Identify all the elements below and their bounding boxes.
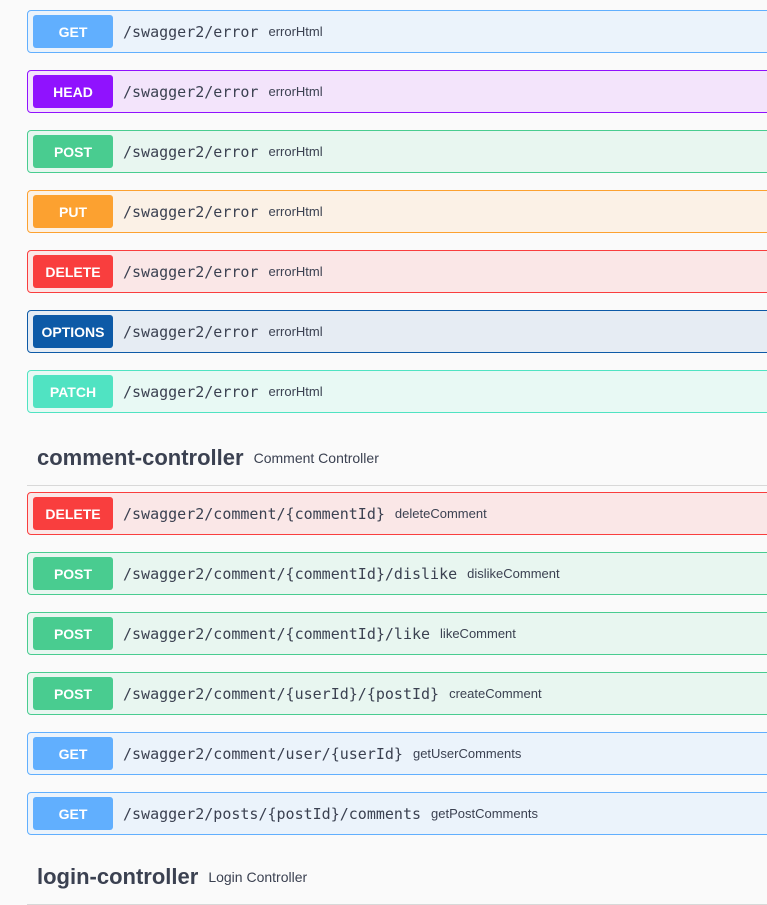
operation-put[interactable]: PUT/swagger2/error errorHtml bbox=[27, 190, 767, 233]
method-badge: POST bbox=[33, 135, 113, 168]
method-badge: OPTIONS bbox=[33, 315, 113, 348]
method-badge: POST bbox=[33, 557, 113, 590]
operation-delete[interactable]: DELETE/swagger2/comment/{commentId} delet… bbox=[27, 492, 767, 535]
operation-summary: dislikeComment bbox=[467, 566, 560, 581]
operation-path: /swagger2/error bbox=[123, 22, 259, 41]
tag-description: Login Controller bbox=[208, 869, 308, 885]
operation-summary: likeComment bbox=[440, 626, 516, 641]
operation-post[interactable]: POST/swagger2/error errorHtml bbox=[27, 130, 767, 173]
operation-get[interactable]: GET/swagger2/comment/user/{userId} getUse… bbox=[27, 732, 767, 775]
operation-head[interactable]: HEAD/swagger2/error errorHtml bbox=[27, 70, 767, 113]
method-badge: GET bbox=[33, 15, 113, 48]
operation-get[interactable]: GET/swagger2/error errorHtml bbox=[27, 10, 767, 53]
operation-summary: errorHtml bbox=[268, 84, 323, 99]
operation-path: /swagger2/error bbox=[123, 322, 259, 341]
operation-summary: getPostComments bbox=[431, 806, 538, 821]
operation-post[interactable]: POST/swagger2/comment/{userId}/{postId} c… bbox=[27, 672, 767, 715]
tag-description: Comment Controller bbox=[253, 450, 379, 466]
operation-path: /swagger2/comment/{commentId} bbox=[123, 504, 385, 523]
method-badge: HEAD bbox=[33, 75, 113, 108]
operation-post[interactable]: POST/swagger2/comment/{commentId}/dislik… bbox=[27, 552, 767, 595]
operation-summary: errorHtml bbox=[268, 24, 323, 39]
operation-path: /swagger2/error bbox=[123, 142, 259, 161]
tag-comment-controller[interactable]: comment-controller Comment Controller bbox=[27, 431, 767, 486]
operation-path: /swagger2/comment/{commentId}/dislike bbox=[123, 564, 458, 583]
method-badge: PATCH bbox=[33, 375, 113, 408]
operation-summary: errorHtml bbox=[268, 144, 323, 159]
operation-path: /swagger2/error bbox=[123, 202, 259, 221]
operation-patch[interactable]: PATCH/swagger2/error errorHtml bbox=[27, 370, 767, 413]
method-badge: DELETE bbox=[33, 497, 113, 530]
operation-post[interactable]: POST/swagger2/comment/{commentId}/like li… bbox=[27, 612, 767, 655]
method-badge: POST bbox=[33, 617, 113, 650]
operation-path: /swagger2/comment/{commentId}/like bbox=[123, 624, 431, 643]
operation-summary: deleteComment bbox=[394, 506, 487, 521]
operation-path: /swagger2/error bbox=[123, 262, 259, 281]
operation-path: /swagger2/comment/{userId}/{postId} bbox=[123, 684, 440, 703]
method-badge: DELETE bbox=[33, 255, 113, 288]
method-badge: PUT bbox=[33, 195, 113, 228]
method-badge: POST bbox=[33, 677, 113, 710]
operation-summary: errorHtml bbox=[268, 324, 323, 339]
tag-login-controller[interactable]: login-controller Login Controller bbox=[27, 850, 767, 905]
operation-summary: errorHtml bbox=[268, 264, 323, 279]
method-badge: GET bbox=[33, 737, 113, 770]
operation-options[interactable]: OPTIONS/swagger2/error errorHtml bbox=[27, 310, 767, 353]
operation-get[interactable]: GET/swagger2/posts/{postId}/comments getP… bbox=[27, 792, 767, 835]
tag-name: comment-controller bbox=[37, 445, 244, 470]
operation-delete[interactable]: DELETE/swagger2/error errorHtml bbox=[27, 250, 767, 293]
tag-name: login-controller bbox=[37, 864, 199, 889]
operation-path: /swagger2/posts/{postId}/comments bbox=[123, 804, 422, 823]
operation-summary: createComment bbox=[449, 686, 542, 701]
operation-summary: getUserComments bbox=[412, 746, 522, 761]
operation-summary: errorHtml bbox=[268, 384, 323, 399]
operation-path: /swagger2/error bbox=[123, 382, 259, 401]
method-badge: GET bbox=[33, 797, 113, 830]
operation-path: /swagger2/comment/user/{userId} bbox=[123, 744, 403, 763]
operation-summary: errorHtml bbox=[268, 204, 323, 219]
operation-path: /swagger2/error bbox=[123, 82, 259, 101]
